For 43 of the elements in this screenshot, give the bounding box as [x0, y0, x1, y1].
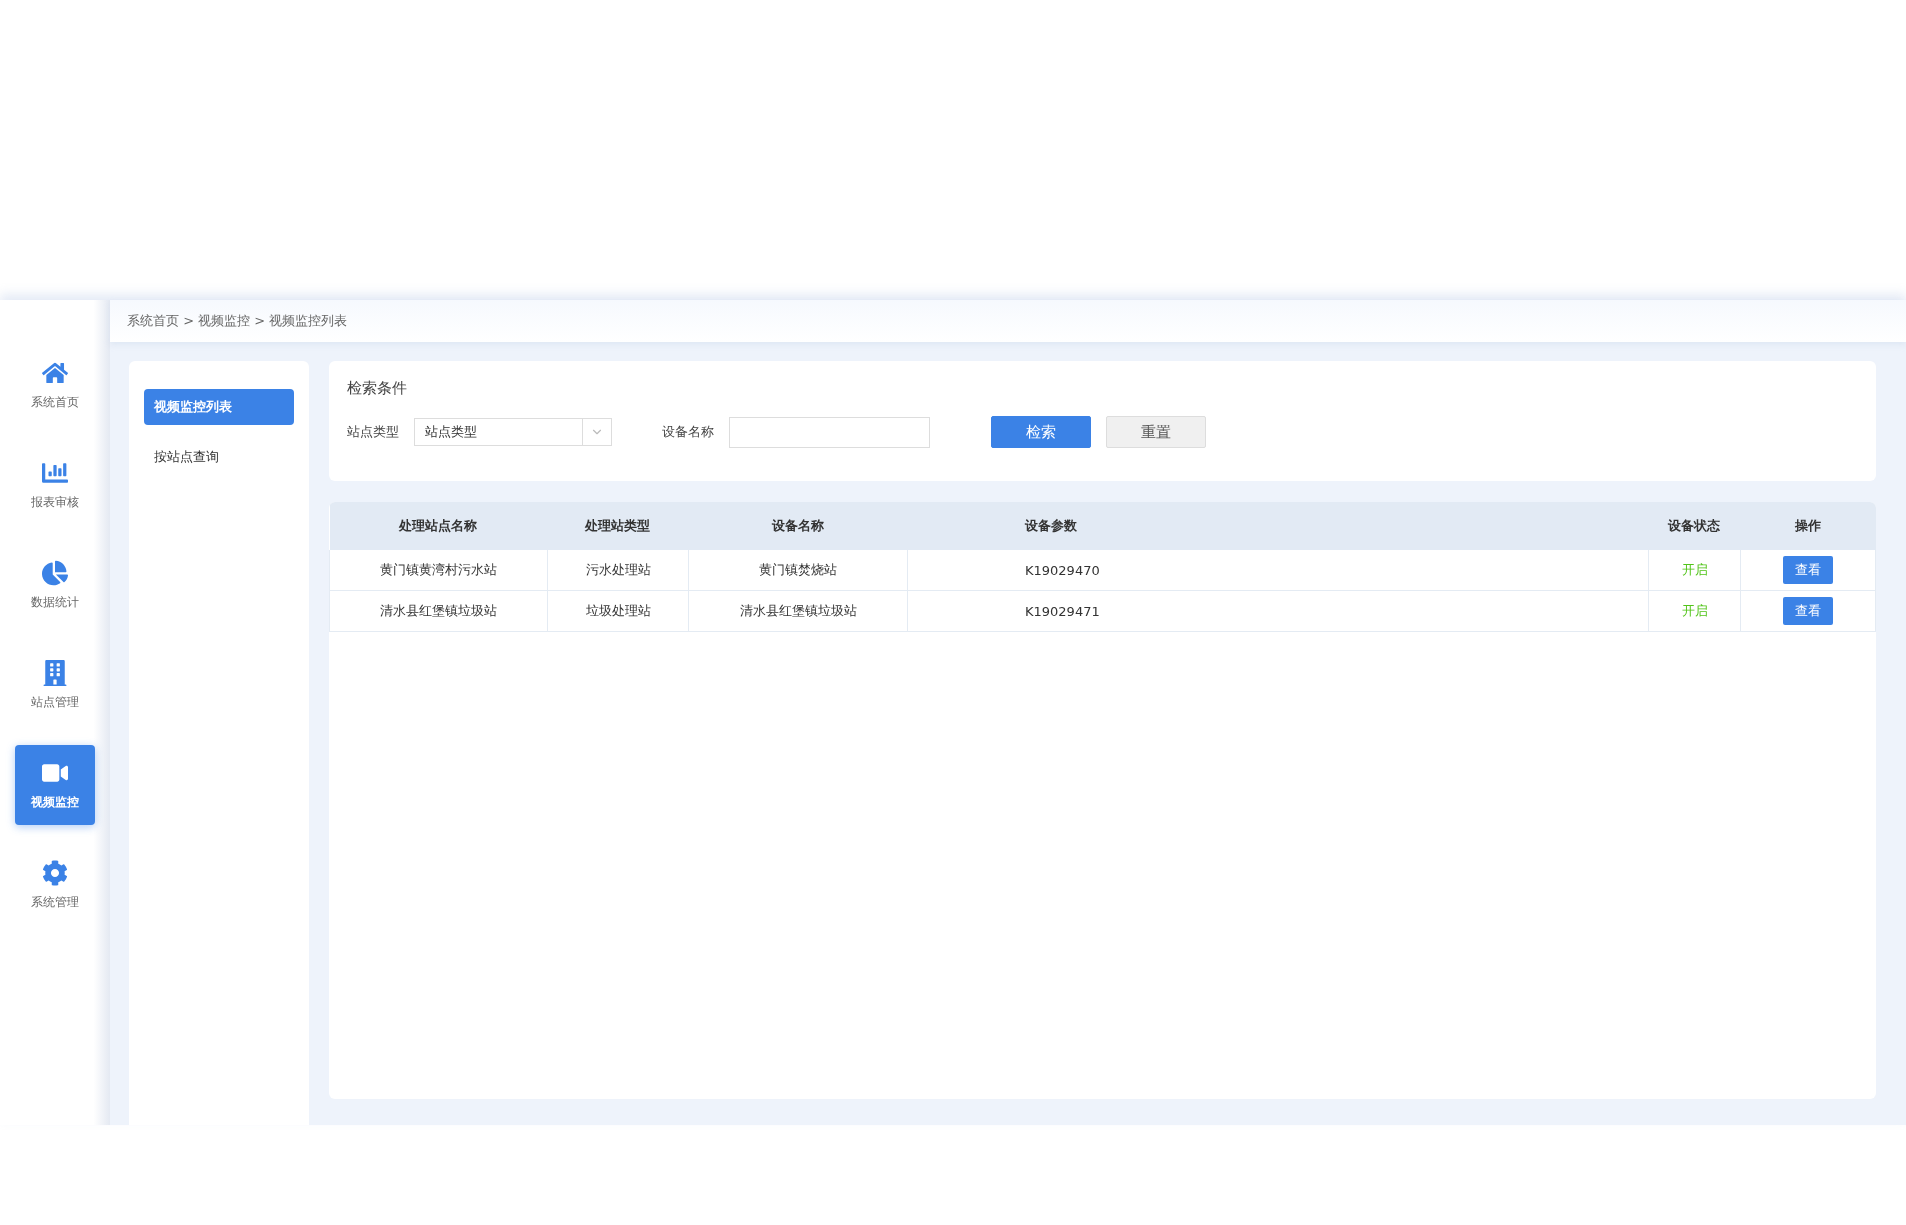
sidebar-item[interactable]: 数据统计 — [15, 545, 95, 625]
view-button[interactable]: 查看 — [1783, 597, 1833, 625]
table-cell: K19029470 — [907, 550, 1649, 591]
sidebar-item[interactable]: 系统管理 — [15, 845, 95, 925]
field-label: 设备名称 — [662, 423, 714, 441]
status-text: 开启 — [1681, 603, 1708, 618]
column-header: 设备状态 — [1648, 502, 1741, 550]
table-cell: 污水处理站 — [547, 550, 689, 591]
table-cell: 清水县红堡镇垃圾站 — [329, 590, 548, 632]
table-cell: K19029471 — [907, 590, 1649, 632]
sidebar-item[interactable]: 系统首页 — [15, 345, 95, 425]
table-cell: 黄门镇黄湾村污水站 — [329, 550, 548, 591]
search-title: 检索条件 — [347, 379, 408, 398]
building-icon — [42, 659, 68, 686]
pie-chart-icon — [42, 559, 68, 586]
column-header: 设备名称 — [688, 502, 908, 550]
reset-button[interactable]: 重置 — [1106, 416, 1206, 448]
submenu-item[interactable]: 按站点查询 — [144, 439, 294, 475]
sidebar-label: 数据统计 — [31, 593, 79, 611]
status-text: 开启 — [1681, 562, 1708, 577]
sidebar-item[interactable]: 视频监控 — [15, 745, 95, 825]
table-cell: 清水县红堡镇垃圾站 — [688, 590, 908, 632]
breadcrumb: 系统首页 > 视频监控 > 视频监控列表 — [127, 312, 348, 330]
sidebar-label: 视频监控 — [31, 793, 79, 811]
search-button[interactable]: 检索 — [991, 416, 1091, 448]
sidebar-label: 系统首页 — [31, 393, 79, 411]
sidebar-label: 报表审核 — [31, 493, 79, 511]
device-name-input[interactable] — [729, 416, 930, 448]
sidebar-label: 站点管理 — [31, 693, 79, 711]
submenu-item[interactable]: 视频监控列表 — [144, 389, 294, 425]
column-header: 操作 — [1740, 502, 1876, 550]
table-cell: 黄门镇焚烧站 — [688, 550, 908, 591]
column-header: 处理站类型 — [547, 502, 689, 550]
field-label: 站点类型 — [347, 423, 399, 441]
table-cell: 垃圾处理站 — [547, 590, 689, 632]
column-header: 设备参数 — [907, 502, 1649, 550]
settings-icon — [42, 859, 68, 886]
station-type-select[interactable]: 站点类型 — [414, 418, 612, 446]
sidebar-label: 系统管理 — [31, 893, 79, 911]
column-header: 处理站点名称 — [329, 502, 548, 550]
sidebar-item[interactable]: 报表审核 — [15, 445, 95, 525]
view-button[interactable]: 查看 — [1783, 556, 1833, 584]
sidebar-item[interactable]: 站点管理 — [15, 645, 95, 725]
